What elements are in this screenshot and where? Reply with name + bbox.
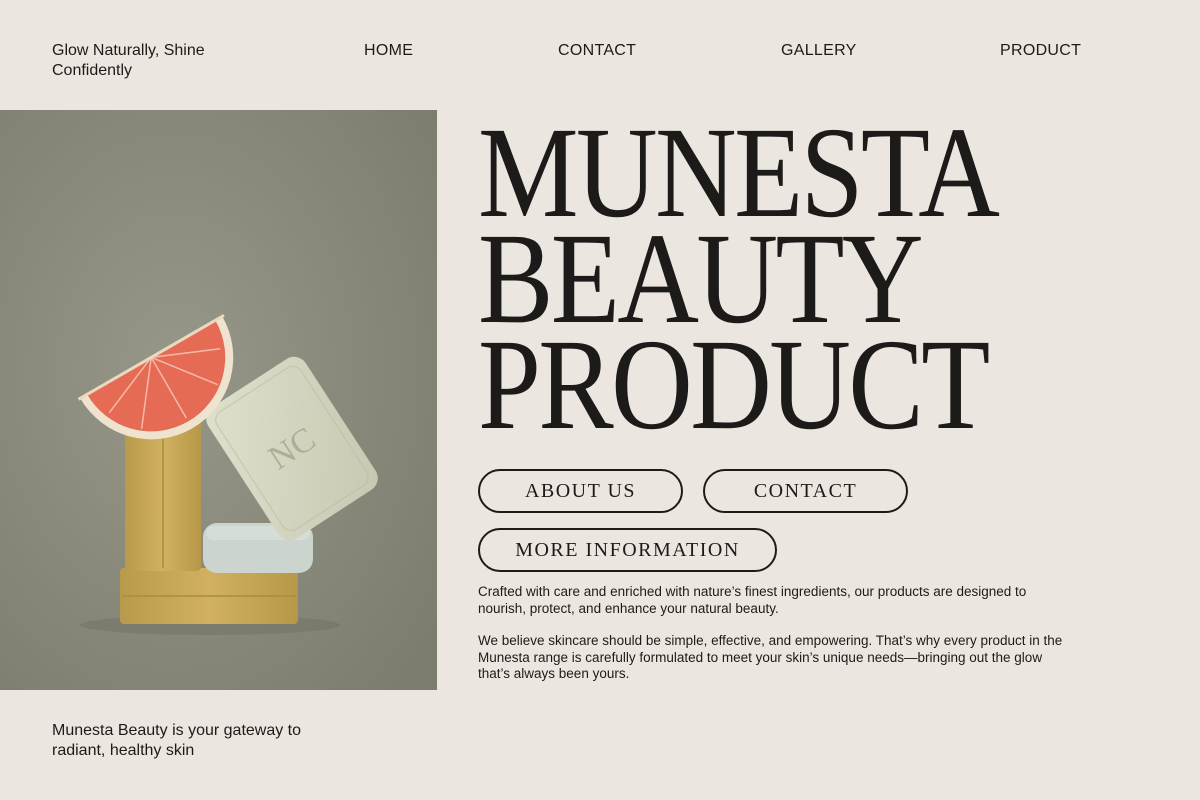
more-information-button[interactable]: MORE INFORMATION bbox=[478, 528, 777, 572]
hero-title: MUNESTA BEAUTY PRODUCT bbox=[478, 108, 1075, 457]
footer-tagline: Munesta Beauty is your gateway to radian… bbox=[52, 722, 302, 759]
yellow-soap-base bbox=[120, 568, 298, 624]
about-us-button[interactable]: ABOUT US bbox=[478, 469, 683, 513]
nav-gallery[interactable]: GALLERY bbox=[781, 41, 857, 61]
contact-button[interactable]: CONTACT bbox=[703, 469, 908, 513]
hero-product-image: NC bbox=[0, 110, 437, 690]
nav-product[interactable]: PRODUCT bbox=[1000, 41, 1081, 61]
nav-contact[interactable]: CONTACT bbox=[558, 41, 636, 61]
description-paragraph-1: Crafted with care and enriched with natu… bbox=[478, 584, 1027, 616]
nav-home[interactable]: HOME bbox=[364, 41, 413, 61]
soap-stack-illustration: NC bbox=[0, 110, 437, 690]
description-paragraph-2: We believe skincare should be simple, ef… bbox=[478, 633, 1063, 681]
site-tagline: Glow Naturally, Shine Confidently bbox=[52, 42, 205, 79]
hero-title-line-3: PRODUCT bbox=[478, 313, 990, 457]
